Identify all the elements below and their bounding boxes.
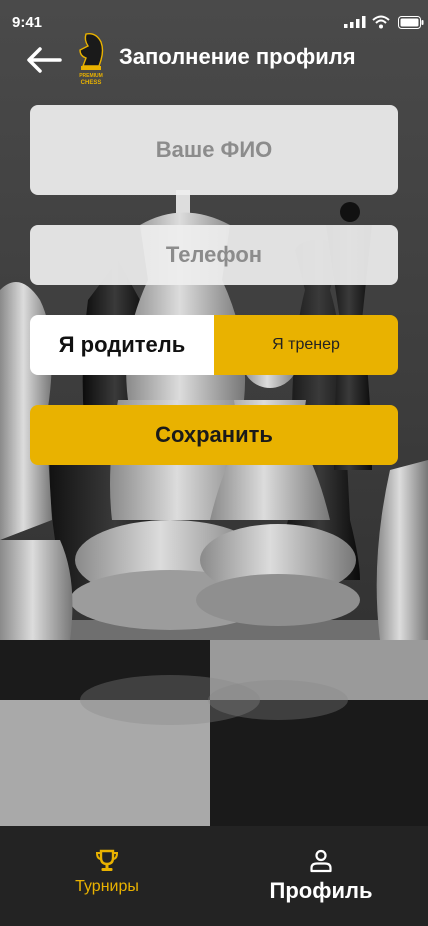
phone-input[interactable] — [30, 224, 398, 286]
wifi-icon — [372, 15, 390, 29]
premium-chess-logo: PREMIUM CHESS — [79, 32, 104, 86]
tab-profile[interactable]: Профиль — [214, 826, 428, 926]
role-toggle: Я родитель Я тренер — [30, 315, 398, 375]
cellular-signal-icon — [344, 16, 366, 28]
tab-tournaments[interactable]: Турниры — [0, 826, 214, 926]
app-header: PREMIUM CHESS Заполнение профиля — [0, 30, 428, 90]
trophy-icon — [95, 849, 119, 871]
role-coach-option[interactable]: Я тренер — [214, 315, 398, 375]
svg-text:CHESS: CHESS — [81, 80, 102, 86]
status-time: 9:41 — [12, 14, 43, 31]
battery-icon — [398, 16, 424, 29]
phone-field[interactable] — [30, 224, 398, 286]
role-parent-option[interactable]: Я родитель — [30, 315, 214, 375]
tab-tournaments-label: Турниры — [75, 878, 139, 895]
page-title: Заполнение профиля — [119, 44, 356, 69]
full-name-field[interactable] — [30, 104, 398, 196]
save-button[interactable]: Сохранить — [30, 405, 398, 465]
profile-screen: 9:41 PREMIUM CHESS Заполнение профиля Ва… — [0, 0, 428, 926]
full-name-input[interactable] — [30, 104, 398, 196]
tab-profile-label: Профиль — [269, 878, 373, 903]
back-arrow-icon[interactable] — [24, 44, 64, 76]
bottom-tab-bar: Турниры Профиль — [0, 826, 428, 926]
person-icon — [310, 849, 332, 873]
svg-text:PREMIUM: PREMIUM — [79, 73, 103, 79]
